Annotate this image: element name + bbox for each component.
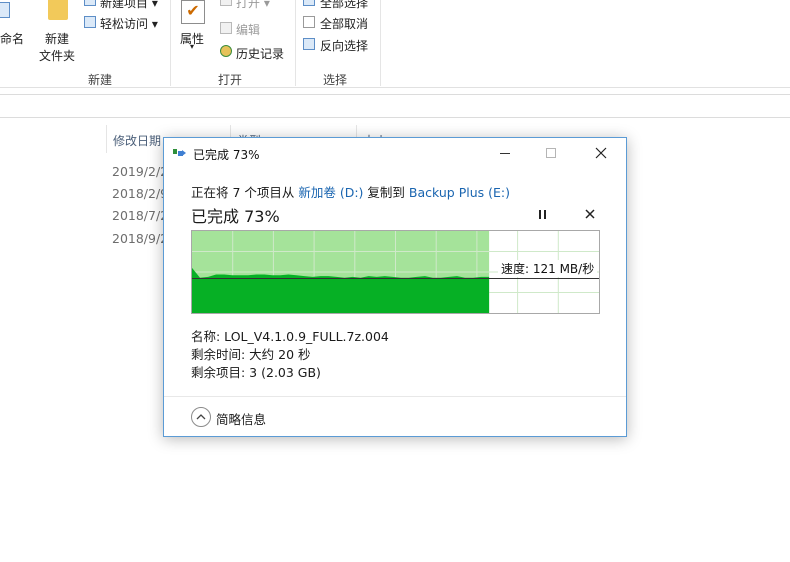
edit-icon [220,22,232,34]
cancel-icon [585,209,595,219]
select-none-button[interactable]: 全部取消 [320,15,368,32]
history-icon [220,45,232,57]
edit-button[interactable]: 编辑 [236,21,260,38]
pause-button[interactable] [533,205,551,223]
copy-progress-dialog: 已完成 73% 正在将 7 个项目从 新加卷 (D:) 复制到 Backup P… [163,137,627,437]
new-item-button[interactable]: 新建项目 ▾ [100,0,158,11]
folder-icon [48,0,68,20]
dialog-footer: 简略信息 [164,396,626,436]
file-row-date[interactable]: 2018/2/9 [112,186,168,201]
group-label-new: 新建 [88,73,113,87]
rename-icon [0,2,10,18]
invert-selection-icon [303,38,315,50]
easy-access-label: 轻松访问 [100,17,149,31]
select-all-button[interactable]: 全部选择 [320,0,368,11]
items-remaining-line: 剩余项目: 3 (2.03 GB) [191,365,321,380]
close-button[interactable] [578,138,624,168]
close-icon [595,147,607,159]
destination-link[interactable]: Backup Plus (E:) [409,185,510,200]
status-prefix: 正在将 7 个项目从 [191,185,299,200]
file-name-line: 名称: LOL_V4.1.0.9_FULL.7z.004 [191,329,389,344]
source-link[interactable]: 新加卷 (D:) [298,185,363,200]
explorer-ribbon: 命名 新建 文件夹 新建项目 ▾ 轻松访问 ▾ 新建 ✔ 属性 ▾ 打开 ▾ 编… [0,0,790,88]
ribbon-divider [380,0,381,86]
address-bar[interactable] [0,94,790,118]
new-item-icon [84,0,96,6]
select-none-icon [303,16,315,28]
fewer-details-label[interactable]: 简略信息 [216,409,266,428]
file-row-date[interactable]: 2018/7/2 [112,208,168,223]
file-row-date[interactable]: 2018/9/2 [112,231,168,246]
dialog-titlebar[interactable]: 已完成 73% [164,138,626,168]
file-row-date[interactable]: 2019/2/2 [112,164,168,179]
minimize-button[interactable] [482,138,528,168]
copy-status-text: 正在将 7 个项目从 新加卷 (D:) 复制到 Backup Plus (E:) [191,182,510,201]
ribbon-divider [295,0,296,86]
status-middle: 复制到 [363,185,409,200]
properties-icon[interactable]: ✔ [181,0,205,24]
new-folder-button-line1[interactable]: 新建 [45,30,69,47]
invert-selection-button[interactable]: 反向选择 [320,37,368,54]
time-remaining-line: 剩余时间: 大约 20 秒 [191,347,311,362]
easy-access-icon [84,16,96,28]
ribbon-divider [170,0,171,86]
open-icon [220,0,232,6]
cancel-button[interactable] [580,204,600,224]
pause-icon [543,209,546,219]
open-label: 打开 [236,0,261,10]
percent-complete: 已完成 73% [191,207,280,226]
group-label-open: 打开 [218,73,243,87]
select-all-icon [303,0,315,6]
group-label-select: 选择 [323,73,348,87]
maximize-button[interactable] [528,138,574,168]
chevron-up-icon [196,414,206,420]
rename-button[interactable]: 命名 [0,30,24,47]
speed-label: 速度: 121 MB/秒 [498,260,598,277]
new-item-label: 新建项目 [100,0,149,10]
properties-dropdown-icon[interactable]: ▾ [190,42,194,51]
new-folder-button-line2[interactable]: 文件夹 [39,47,75,64]
dialog-title: 已完成 73% [193,148,260,162]
copy-icon [173,149,186,156]
fewer-details-button[interactable] [191,407,211,427]
pause-icon [538,209,541,219]
easy-access-button[interactable]: 轻松访问 ▾ [100,15,158,32]
maximize-icon [546,148,556,158]
minimize-icon [500,152,510,154]
history-button[interactable]: 历史记录 [236,45,284,62]
open-button[interactable]: 打开 ▾ [236,0,270,11]
